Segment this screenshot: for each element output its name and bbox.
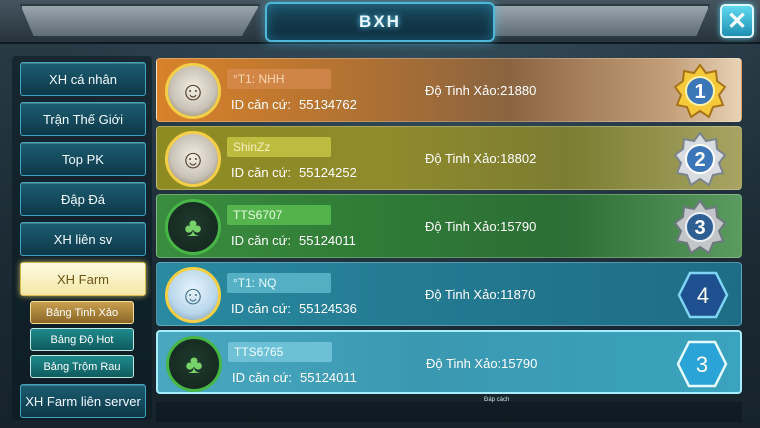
ranking-row[interactable]: ☺ °T1: NHH ID căn cứ: 55134762 Độ Tinh Xả… <box>156 58 742 122</box>
rank-number: 1 <box>694 81 705 103</box>
id-value: 55124011 <box>299 233 356 248</box>
score-label: Độ Tinh Xảo: <box>426 356 502 371</box>
avatar: ☺ <box>165 267 221 323</box>
sidebar-item-dap-da[interactable]: Đập Đá <box>20 182 146 216</box>
rank-number: 3 <box>696 352 708 377</box>
sidebar-item-tran-the-gioi[interactable]: Trận Thế Giới <box>20 102 146 136</box>
player-name: ShinZz <box>227 137 331 157</box>
sidebar-item-label: XH liên sv <box>53 231 113 247</box>
bottom-bar <box>156 402 742 422</box>
bronze-medal-icon: 3 <box>673 199 727 255</box>
score-value: 18802 <box>500 151 537 166</box>
base-id: ID căn cứ: 55124252 <box>231 165 357 180</box>
score-value: 15790 <box>500 219 537 234</box>
id-label: ID căn cứ: <box>231 233 291 248</box>
id-label: ID căn cứ: <box>231 165 291 180</box>
score-label: Độ Tinh Xảo: <box>425 151 501 166</box>
base-id: ID căn cứ: 55124011 <box>232 370 357 385</box>
sidebar-item-label: XH Farm liên server <box>25 393 141 409</box>
close-button[interactable]: ✕ <box>720 4 754 38</box>
avatar: ♣ <box>166 336 222 392</box>
rank-number: 3 <box>694 217 705 239</box>
sidebar-item-top-pk[interactable]: Top PK <box>20 142 146 176</box>
gold-medal-icon: 1 <box>673 63 727 119</box>
player-name: TTS6707 <box>227 205 331 225</box>
id-label: ID căn cứ: <box>232 370 292 385</box>
score-value: 21880 <box>500 83 537 98</box>
id-value: 55124252 <box>299 165 357 180</box>
top-bar: BXH ✕ <box>0 0 760 44</box>
ranking-row[interactable]: ♣ TTS6707 ID căn cứ: 55124011 Độ Tinh Xảo… <box>156 194 742 258</box>
title-plate: BXH <box>265 2 495 42</box>
ranking-list: ☺ °T1: NHH ID căn cứ: 55134762 Độ Tinh Xả… <box>156 58 742 400</box>
header-plate-right <box>470 4 710 38</box>
sidebar-item-label: XH Farm <box>57 271 109 287</box>
score-value: 15790 <box>501 356 538 371</box>
page-title: BXH <box>359 12 401 31</box>
sidebar-item-xh-farm[interactable]: XH Farm <box>20 262 146 296</box>
sidebar-item-label: Đập Đá <box>60 191 106 207</box>
score-label: Độ Tinh Xảo: <box>425 287 501 302</box>
base-id: ID căn cứ: 55124011 <box>231 233 356 248</box>
sidebar-item-label: XH cá nhân <box>49 71 117 87</box>
score: Độ Tinh Xảo:15790 <box>425 219 536 234</box>
rank-number: 4 <box>697 283 709 308</box>
avatar: ☺ <box>165 63 221 119</box>
id-value: 55124536 <box>299 301 357 316</box>
rank-hex-icon: 3 <box>676 340 728 388</box>
rank-hex-icon: 4 <box>677 271 729 319</box>
sidebar-item-label: Trận Thế Giới <box>42 111 124 127</box>
score: Độ Tinh Xảo:18802 <box>425 151 536 166</box>
avatar: ♣ <box>165 199 221 255</box>
player-avatar-icon: ☺ <box>179 279 207 310</box>
header-plate-left <box>20 4 260 38</box>
player-avatar-icon: ☺ <box>179 143 207 174</box>
subtab-bang-do-hot[interactable]: Bảng Độ Hot <box>30 328 134 351</box>
player-name: °T1: NQ <box>227 273 331 293</box>
avatar: ☺ <box>165 131 221 187</box>
sidebar: XH cá nhân Trận Thế Giới Top PK Đập Đá X… <box>12 56 152 420</box>
monster-avatar-icon: ♣ <box>184 211 202 242</box>
ranking-row[interactable]: ☺ °T1: NQ ID căn cứ: 55124536 Độ Tinh Xảo… <box>156 262 742 326</box>
subtab-label: Bảng Tinh Xảo <box>45 306 119 319</box>
silver-medal-icon: 2 <box>673 131 727 187</box>
subtab-bang-trom-rau[interactable]: Bảng Trộm Rau <box>30 355 134 378</box>
watermark-text: Đáp cách <box>484 397 510 403</box>
subtab-bang-tinh-xao[interactable]: Bảng Tinh Xảo <box>30 301 134 324</box>
monster-avatar-icon: ♣ <box>185 348 203 379</box>
player-name: °T1: NHH <box>227 69 331 89</box>
base-id: ID căn cứ: 55134762 <box>231 97 357 112</box>
close-icon: ✕ <box>726 7 748 35</box>
score: Độ Tinh Xảo:11870 <box>425 287 535 302</box>
sidebar-item-xh-ca-nhan[interactable]: XH cá nhân <box>20 62 146 96</box>
score-label: Độ Tinh Xảo: <box>425 83 501 98</box>
sidebar-item-label: Top PK <box>62 151 104 167</box>
id-label: ID căn cứ: <box>231 301 291 316</box>
id-value: 55134762 <box>299 97 357 112</box>
score: Độ Tinh Xảo:15790 <box>426 356 537 371</box>
score-label: Độ Tinh Xảo: <box>425 219 501 234</box>
sidebar-item-xh-lien-sv[interactable]: XH liên sv <box>20 222 146 256</box>
id-value: 55124011 <box>300 370 357 385</box>
base-id: ID căn cứ: 55124536 <box>231 301 357 316</box>
player-avatar-icon: ☺ <box>179 75 207 106</box>
rank-number: 2 <box>694 149 705 171</box>
subtab-label: Bảng Trộm Rau <box>43 360 121 373</box>
player-name: TTS6765 <box>228 342 332 362</box>
score: Độ Tinh Xảo:21880 <box>425 83 536 98</box>
subtab-label: Bảng Độ Hot <box>50 333 114 346</box>
ranking-row-self[interactable]: ♣ TTS6765 ID căn cứ: 55124011 Độ Tinh Xảo… <box>156 330 742 394</box>
ranking-row[interactable]: ☺ ShinZz ID căn cứ: 55124252 Độ Tinh Xảo:… <box>156 126 742 190</box>
sidebar-item-xh-farm-lien-server[interactable]: XH Farm liên server <box>20 384 146 418</box>
score-value: 11870 <box>500 287 536 302</box>
id-label: ID căn cứ: <box>231 97 291 112</box>
